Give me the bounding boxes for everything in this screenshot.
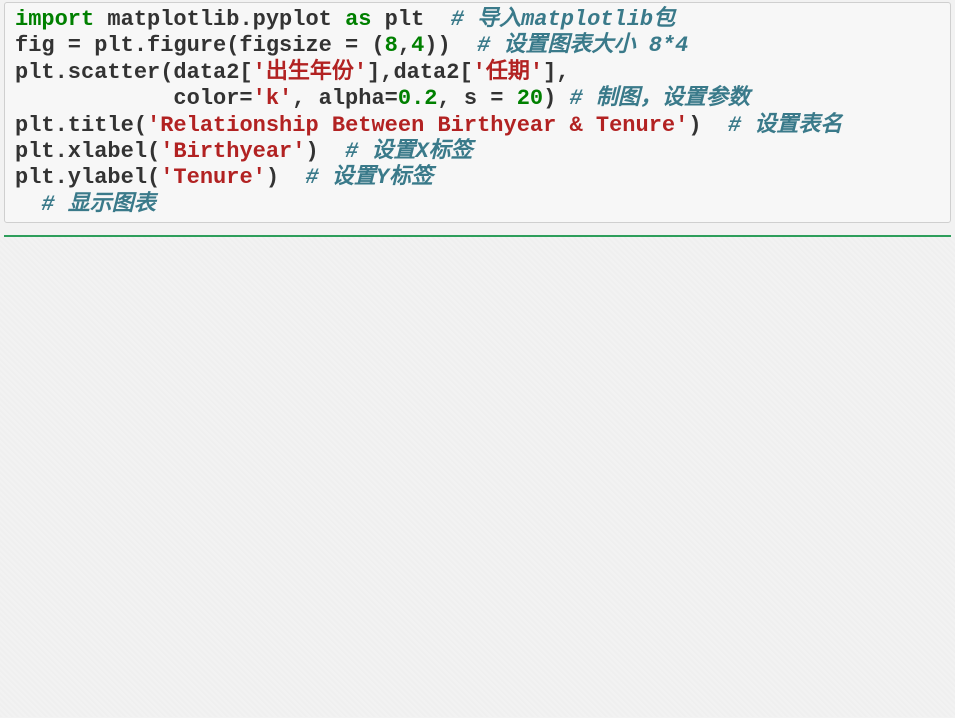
output-area: [0, 237, 955, 717]
string-literal: '出生年份': [253, 60, 367, 85]
code-text: plt.ylabel(: [15, 165, 160, 190]
code-cell[interactable]: import matplotlib.pyplot as plt # 导入matp…: [4, 2, 951, 223]
string-literal: 'Relationship Between Birthyear & Tenure…: [147, 113, 688, 138]
code-text: plt.xlabel(: [15, 139, 160, 164]
string-literal: 'Birthyear': [160, 139, 305, 164]
code-text: ],: [543, 60, 569, 85]
keyword-as: as: [345, 7, 371, 32]
code-text: plt.scatter(data2[: [15, 60, 253, 85]
string-literal: 'k': [253, 86, 293, 111]
code-text: ,: [398, 33, 411, 58]
code-text: ): [543, 86, 569, 111]
keyword-import: import: [15, 7, 94, 32]
string-literal: '任期': [473, 60, 543, 85]
comment: # 设置Y标签: [305, 165, 433, 190]
number-literal: 4: [411, 33, 424, 58]
code-text: matplotlib.pyplot: [94, 7, 345, 32]
number-literal: 0.2: [398, 86, 438, 111]
code-text: plt.title(: [15, 113, 147, 138]
code-text: color=: [15, 86, 253, 111]
number-literal: 20: [517, 86, 543, 111]
code-text: )): [424, 33, 477, 58]
code-text: [15, 192, 41, 217]
code-text: , alpha=: [292, 86, 398, 111]
comment: # 设置X标签: [345, 139, 473, 164]
comment: # 设置表名: [728, 113, 842, 138]
string-literal: 'Tenure': [160, 165, 266, 190]
number-literal: 8: [385, 33, 398, 58]
comment: # 导入matplotlib包: [451, 7, 675, 32]
comment: # 制图，设置参数: [570, 86, 750, 111]
code-text: ): [305, 139, 345, 164]
comment: # 设置图表大小 8*4: [477, 33, 688, 58]
comment: # 显示图表: [41, 192, 155, 217]
code-text: ],data2[: [367, 60, 473, 85]
code-text: plt: [371, 7, 450, 32]
code-text: ): [266, 165, 306, 190]
code-text: ): [688, 113, 728, 138]
code-text: , s =: [437, 86, 516, 111]
code-text: fig = plt.figure(figsize = (: [15, 33, 385, 58]
